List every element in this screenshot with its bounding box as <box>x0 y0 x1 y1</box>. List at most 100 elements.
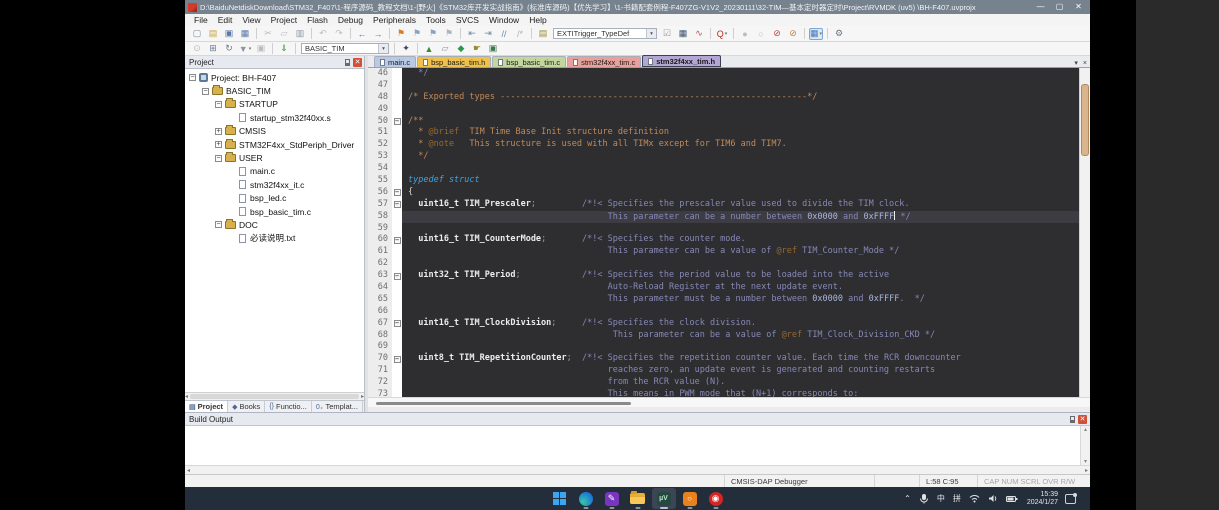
line-number[interactable]: 46 <box>368 68 392 80</box>
tab-list-dropdown-icon[interactable]: ▾ <box>1074 59 1078 67</box>
edge-icon[interactable] <box>574 488 598 509</box>
code-text[interactable]: /* Exported types ----------------------… <box>402 92 1079 104</box>
code-line-49[interactable]: 49 <box>368 104 1079 116</box>
wifi-icon[interactable] <box>969 494 980 503</box>
code-line-60[interactable]: 60− uint16_t TIM_CounterMode; /*!< Speci… <box>368 234 1079 246</box>
tab-stm32f4xx_tim.h[interactable]: stm32f4xx_tim.h <box>642 55 721 67</box>
code-line-48[interactable]: 48/* Exported types --------------------… <box>368 92 1079 104</box>
menu-view[interactable]: View <box>242 15 260 25</box>
collapse-icon[interactable]: − <box>215 101 222 108</box>
notification-center-icon[interactable] <box>1065 494 1076 504</box>
fold-margin[interactable] <box>392 175 402 187</box>
build-output-vscrollbar[interactable]: ▴ ▾ <box>1080 426 1090 465</box>
tree-item-bsp_led.c[interactable]: bsp_led.c <box>185 192 364 205</box>
flash-download-icon[interactable]: ⇓ <box>277 43 291 55</box>
toggle-bookmark-icon[interactable]: ⚑ <box>394 28 408 40</box>
fold-margin[interactable] <box>392 294 402 306</box>
file-extensions-icon[interactable]: ▱ <box>438 43 452 55</box>
code-line-66[interactable]: 66 <box>368 306 1079 318</box>
redo-icon[interactable]: ↷ <box>332 28 346 40</box>
red-target-app-icon[interactable]: ◉ <box>704 488 728 509</box>
code-text[interactable] <box>402 163 1079 175</box>
line-number[interactable]: 70 <box>368 353 392 365</box>
symbols-book-icon[interactable]: ▤ <box>536 28 550 40</box>
fold-collapse-icon[interactable]: − <box>394 356 401 363</box>
tree-item-BASIC_TIM[interactable]: −BASIC_TIM <box>185 84 364 97</box>
panel-tab-project[interactable]: ▤Project <box>185 401 228 412</box>
code-text[interactable]: */ <box>402 68 1079 80</box>
menu-file[interactable]: File <box>194 15 208 25</box>
code-line-51[interactable]: 51 * @brief TIM Time Base Init structure… <box>368 127 1079 139</box>
disable-all-breakpoints-icon[interactable]: ⊘ <box>770 28 784 40</box>
tree-item-main.c[interactable]: main.c <box>185 165 364 178</box>
build-output-hscrollbar[interactable]: ◂ ▸ <box>185 465 1090 474</box>
navigate-forward-icon[interactable]: → <box>371 28 385 40</box>
fold-collapse-icon[interactable]: − <box>394 237 401 244</box>
line-number[interactable]: 67 <box>368 318 392 330</box>
fold-collapse-icon[interactable]: − <box>394 273 401 280</box>
code-text[interactable]: This parameter can be a number between 0… <box>402 211 1079 223</box>
tab-main.c[interactable]: main.c <box>374 56 416 67</box>
batch-build-icon[interactable]: ▼▾ <box>238 43 252 55</box>
code-line-57[interactable]: 57− uint16_t TIM_Prescaler; /*!< Specifi… <box>368 199 1079 211</box>
save-all-icon[interactable]: ▦ <box>238 28 252 40</box>
code-line-52[interactable]: 52 * @note This structure is used with a… <box>368 139 1079 151</box>
fold-margin[interactable]: − <box>392 234 402 246</box>
insert-breakpoint-icon[interactable]: ● <box>738 28 752 40</box>
code-line-64[interactable]: 64 Auto-Reload Register at the next upda… <box>368 282 1079 294</box>
fold-collapse-icon[interactable]: − <box>394 189 401 196</box>
expand-icon[interactable]: + <box>215 141 222 148</box>
rebuild-icon[interactable]: ↻ <box>222 43 236 55</box>
line-number[interactable]: 72 <box>368 377 392 389</box>
code-line-59[interactable]: 59 <box>368 223 1079 235</box>
purple-pen-app-icon[interactable]: ✎ <box>600 488 624 509</box>
ime-chinese-icon[interactable]: 中 <box>937 493 945 504</box>
dropdown-arrow-icon[interactable]: ▾ <box>725 31 728 37</box>
code-view[interactable]: 46 */4748/* Exported types -------------… <box>368 68 1079 397</box>
line-number[interactable]: 49 <box>368 104 392 116</box>
line-number[interactable]: 61 <box>368 246 392 258</box>
pack-installer-icon[interactable]: ▣ <box>486 43 500 55</box>
scroll-left-icon[interactable]: ◂ <box>185 393 188 400</box>
fold-margin[interactable] <box>392 341 402 353</box>
unindent-icon[interactable]: ⇤ <box>465 28 479 40</box>
copy-icon[interactable]: ▱ <box>277 28 291 40</box>
microphone-icon[interactable] <box>919 494 929 504</box>
collapse-icon[interactable]: − <box>202 88 209 95</box>
save-icon[interactable]: ▣ <box>222 28 236 40</box>
incremental-find-icon[interactable]: ∿ <box>692 28 706 40</box>
line-number[interactable]: 52 <box>368 139 392 151</box>
keil-uvision-icon[interactable]: µV <box>652 488 676 509</box>
code-text[interactable] <box>402 258 1079 270</box>
code-text[interactable]: /** <box>402 116 1079 128</box>
fold-margin[interactable] <box>392 68 402 80</box>
ime-pinyin-icon[interactable]: 拼 <box>953 493 961 504</box>
collapse-icon[interactable]: − <box>189 74 196 81</box>
fold-margin[interactable] <box>392 223 402 235</box>
panel-tab-functio[interactable]: {}Functio... <box>265 401 312 412</box>
code-text[interactable]: uint16_t TIM_ClockDivision; /*!< Specifi… <box>402 318 1079 330</box>
open-file-icon[interactable]: ▤ <box>206 28 220 40</box>
menu-flash[interactable]: Flash <box>307 15 328 25</box>
code-line-61[interactable]: 61 This parameter can be a value of @ref… <box>368 246 1079 258</box>
kill-all-breakpoints-icon[interactable]: ⊘ <box>786 28 800 40</box>
find-in-files-icon[interactable]: Q▾ <box>715 28 729 40</box>
code-text[interactable]: * @note This structure is used with all … <box>402 139 1079 151</box>
menu-debug[interactable]: Debug <box>338 15 363 25</box>
tree-item-startup_stm32f40xx.s[interactable]: startup_stm32f40xx.s <box>185 111 364 124</box>
speaker-icon[interactable] <box>988 494 998 503</box>
fold-margin[interactable] <box>392 151 402 163</box>
line-number[interactable]: 47 <box>368 80 392 92</box>
fold-margin[interactable] <box>392 377 402 389</box>
fold-margin[interactable]: − <box>392 187 402 199</box>
undo-icon[interactable]: ↶ <box>316 28 330 40</box>
maximize-button[interactable]: ▢ <box>1050 1 1069 13</box>
fold-margin[interactable]: − <box>392 353 402 365</box>
fold-margin[interactable] <box>392 92 402 104</box>
fold-margin[interactable]: − <box>392 318 402 330</box>
code-text[interactable]: uint8_t TIM_RepetitionCounter; /*!< Spec… <box>402 353 1079 365</box>
fold-margin[interactable] <box>392 246 402 258</box>
code-line-46[interactable]: 46 */ <box>368 68 1079 80</box>
battery-icon[interactable] <box>1006 495 1018 503</box>
prev-bookmark-icon[interactable]: ⚑ <box>410 28 424 40</box>
